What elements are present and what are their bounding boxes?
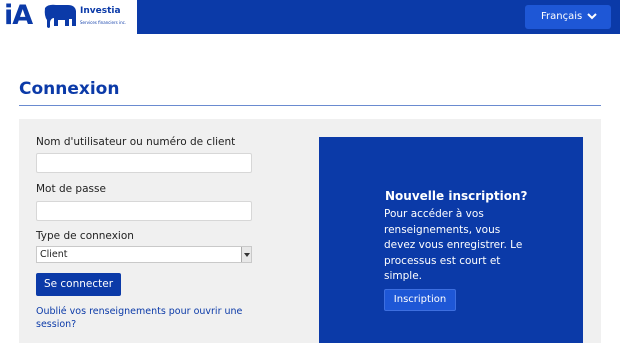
company-logo[interactable]: iA Investia Services financiers inc.	[0, 0, 138, 34]
username-input[interactable]	[36, 153, 252, 173]
username-label: Nom d'utilisateur ou numéro de client	[36, 136, 236, 148]
password-label: Mot de passe	[36, 183, 106, 195]
login-button[interactable]: Se connecter	[36, 273, 121, 296]
forgot-credentials-link[interactable]: Oublié vos renseignements pour ouvrir un…	[36, 305, 256, 331]
page-title: Connexion	[19, 79, 120, 99]
password-input[interactable]	[36, 201, 252, 221]
signup-button[interactable]: Inscription	[384, 289, 456, 311]
signup-title: Nouvelle inscription?	[385, 189, 528, 203]
top-header-bar: iA Investia Services financiers inc. Fra…	[0, 0, 620, 34]
signup-description: Pour accéder à vos renseignements, vous …	[384, 208, 523, 283]
title-divider	[19, 105, 601, 106]
connection-type-select[interactable]: Client	[36, 246, 252, 263]
elephant-icon	[44, 4, 76, 29]
language-label: Français	[541, 11, 583, 22]
logo-mark: iA	[4, 0, 33, 31]
language-selector-button[interactable]: Français	[525, 5, 611, 29]
connection-type-label: Type de connexion	[36, 230, 134, 242]
logo-tagline: Services financiers inc.	[80, 20, 127, 25]
connection-type-value: Client	[40, 249, 68, 260]
chevron-down-icon	[587, 13, 597, 20]
dropdown-arrow-icon[interactable]	[241, 247, 251, 262]
logo-brand-name: Investia	[80, 6, 121, 16]
